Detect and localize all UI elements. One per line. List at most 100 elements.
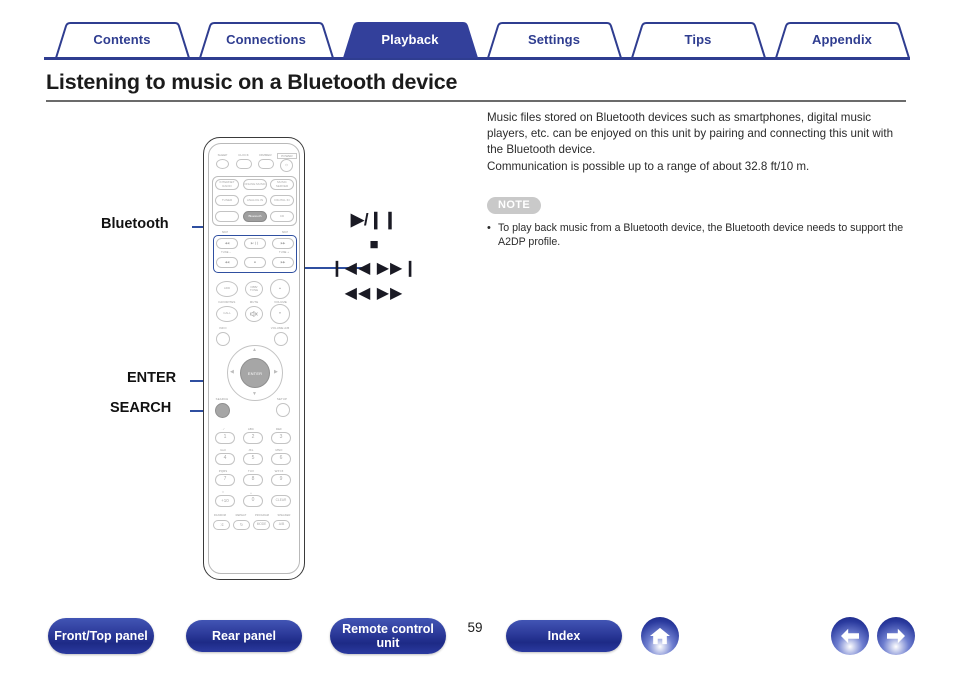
footer-button-rear-panel[interactable]: Rear panel — [186, 620, 302, 652]
note-item: • To play back music from a Bluetooth de… — [487, 221, 907, 250]
remote-label-tune-plus: TUNE + — [279, 251, 289, 254]
remote-button-power[interactable]: ⏻ — [280, 159, 293, 172]
keypad-letters-1: . / — [221, 427, 225, 431]
remote-button-rewind[interactable]: ◀◀ — [216, 257, 238, 268]
remote-button-add[interactable]: ADD — [216, 281, 238, 297]
remote-label-favorites: FAVORITES — [218, 300, 236, 304]
remote-label-skip-left: SKIP — [221, 231, 229, 234]
remote-label-sleep: SLEEP — [217, 153, 228, 157]
tab-connections[interactable]: Connections — [188, 22, 344, 58]
home-icon — [650, 627, 670, 645]
remote-button-speaker[interactable]: A/B — [273, 520, 290, 530]
remote-button-call[interactable]: CALL — [216, 306, 238, 322]
remote-button-blank[interactable] — [215, 211, 239, 222]
page-title: Listening to music on a Bluetooth device — [46, 70, 458, 94]
remote-button-mute[interactable] — [245, 306, 263, 322]
glyph-skip: ❙◀◀ ▶▶❙ — [330, 260, 418, 277]
remote-key-8[interactable]: 8 — [243, 474, 263, 486]
remote-button-skip-forward[interactable]: ▶▶ — [272, 238, 294, 249]
nav-right-icon[interactable]: ▶ — [274, 369, 278, 375]
content-column: Music files stored on Bluetooth devices … — [487, 110, 907, 250]
remote-key-1[interactable]: 1 — [215, 432, 235, 444]
remote-button-dimmer[interactable] — [258, 159, 274, 169]
previous-page-button[interactable] — [831, 617, 869, 655]
page-number: 59 — [467, 620, 483, 635]
nav-left-icon[interactable]: ◀ — [230, 369, 234, 375]
keypad-letters-6: MNO — [275, 448, 283, 452]
remote-button-volume-up[interactable]: ▲ — [270, 279, 290, 299]
section-tab-bar: Contents Connections Playback Settings T… — [44, 22, 911, 60]
remote-button-online-music[interactable]: ONLINE MUSIC — [243, 179, 267, 190]
tab-settings[interactable]: Settings — [476, 22, 632, 58]
remote-button-repeat[interactable]: ↻ — [233, 520, 250, 530]
remote-key-6[interactable]: 6 — [271, 453, 291, 465]
remote-button-volume-down[interactable]: ▼ — [270, 304, 290, 324]
remote-key-clear[interactable]: CLEAR — [271, 495, 291, 507]
tab-label: Appendix — [811, 31, 873, 47]
remote-label-tune-minus: TUNE – — [221, 251, 231, 254]
remote-button-play-pause[interactable]: ▶/❙❙ — [244, 238, 266, 249]
home-button[interactable] — [641, 617, 679, 655]
note-badge: NOTE — [487, 196, 542, 214]
remote-button-sleep[interactable] — [216, 159, 229, 169]
nav-up-icon[interactable]: ▲ — [252, 347, 257, 353]
footer-button-front-top-panel[interactable]: Front/Top panel — [48, 618, 154, 654]
remote-button-music-server[interactable]: MUSIC SERVER — [270, 179, 294, 190]
title-divider — [46, 100, 906, 102]
footer-button-remote-control-unit[interactable]: Remote control unit — [330, 618, 446, 654]
keypad-letters-8: TUV — [247, 469, 255, 473]
remote-button-tuner[interactable]: TUNER — [215, 195, 239, 206]
keypad-letters-5: JKL — [248, 448, 254, 452]
remote-key-2[interactable]: 2 — [243, 432, 263, 444]
remote-button-search[interactable] — [215, 403, 230, 418]
remote-key-5[interactable]: 5 — [243, 453, 263, 465]
remote-button-cd[interactable]: CD — [270, 211, 294, 222]
keypad-letters-11: ␣ — [250, 490, 252, 494]
glyph-scan: ◀◀ ▶▶ — [344, 285, 404, 302]
remote-button-digital-in[interactable]: DIGITAL IN — [270, 195, 294, 206]
remote-label-speaker: SPEAKER — [277, 514, 291, 517]
remote-button-internet-radio[interactable]: INTERNET RADIO — [215, 179, 239, 190]
tab-tips[interactable]: Tips — [620, 22, 776, 58]
next-page-button[interactable] — [877, 617, 915, 655]
remote-label-skip-right: SKIP — [281, 231, 289, 234]
remote-button-bluetooth[interactable]: Bluetooth — [243, 211, 267, 222]
tab-label: Playback — [381, 31, 439, 47]
remote-button-dbb-tone[interactable]: DBB/ TONE — [245, 281, 263, 297]
remote-key-plus10[interactable]: +10 — [215, 495, 235, 507]
remote-key-7[interactable]: 7 — [215, 474, 235, 486]
remote-key-3[interactable]: 3 — [271, 432, 291, 444]
remote-label-setup: SETUP — [276, 397, 288, 401]
remote-button-info[interactable] — [216, 332, 230, 346]
remote-button-enter[interactable]: ENTER — [240, 358, 270, 388]
remote-button-clock[interactable] — [236, 159, 252, 169]
remote-label-volume-ab: VOLUME A/B — [270, 326, 290, 330]
note-text: To play back music from a Bluetooth devi… — [498, 221, 904, 249]
callout-search: SEARCH — [110, 400, 172, 416]
remote-button-setup[interactable] — [276, 403, 290, 417]
remote-button-random[interactable]: ⤨ — [213, 520, 230, 530]
remote-button-skip-back[interactable]: ◀◀ — [216, 238, 238, 249]
remote-button-analog-in[interactable]: ANALOG IN — [243, 195, 267, 206]
intro-text: Music files stored on Bluetooth devices … — [487, 110, 907, 175]
remote-button-volume-ab[interactable] — [274, 332, 288, 346]
nav-down-icon[interactable]: ▼ — [252, 391, 257, 397]
remote-key-9[interactable]: 9 — [271, 474, 291, 486]
tab-appendix[interactable]: Appendix — [764, 22, 920, 58]
tab-label: Connections — [226, 31, 306, 47]
keypad-letters-9: WXYZ — [274, 469, 284, 473]
remote-button-fast-forward[interactable]: ▶▶ — [272, 257, 294, 268]
remote-key-0[interactable]: 0 — [243, 495, 263, 507]
remote-button-stop[interactable]: ■ — [244, 257, 266, 268]
remote-button-program[interactable]: MODE — [253, 520, 270, 530]
remote-label-repeat: REPEAT — [235, 514, 247, 517]
arrow-right-icon — [887, 628, 905, 644]
remote-key-4[interactable]: 4 — [215, 453, 235, 465]
tab-playback[interactable]: Playback — [332, 22, 488, 58]
remote-label-mute: MUTE — [249, 300, 259, 304]
tab-label: Contents — [93, 31, 151, 47]
tab-contents[interactable]: Contents — [44, 22, 200, 58]
keypad-letters-7: PQRS — [218, 469, 228, 473]
keypad-letters-3: DEF — [275, 427, 283, 431]
footer-button-index[interactable]: Index — [506, 620, 622, 652]
